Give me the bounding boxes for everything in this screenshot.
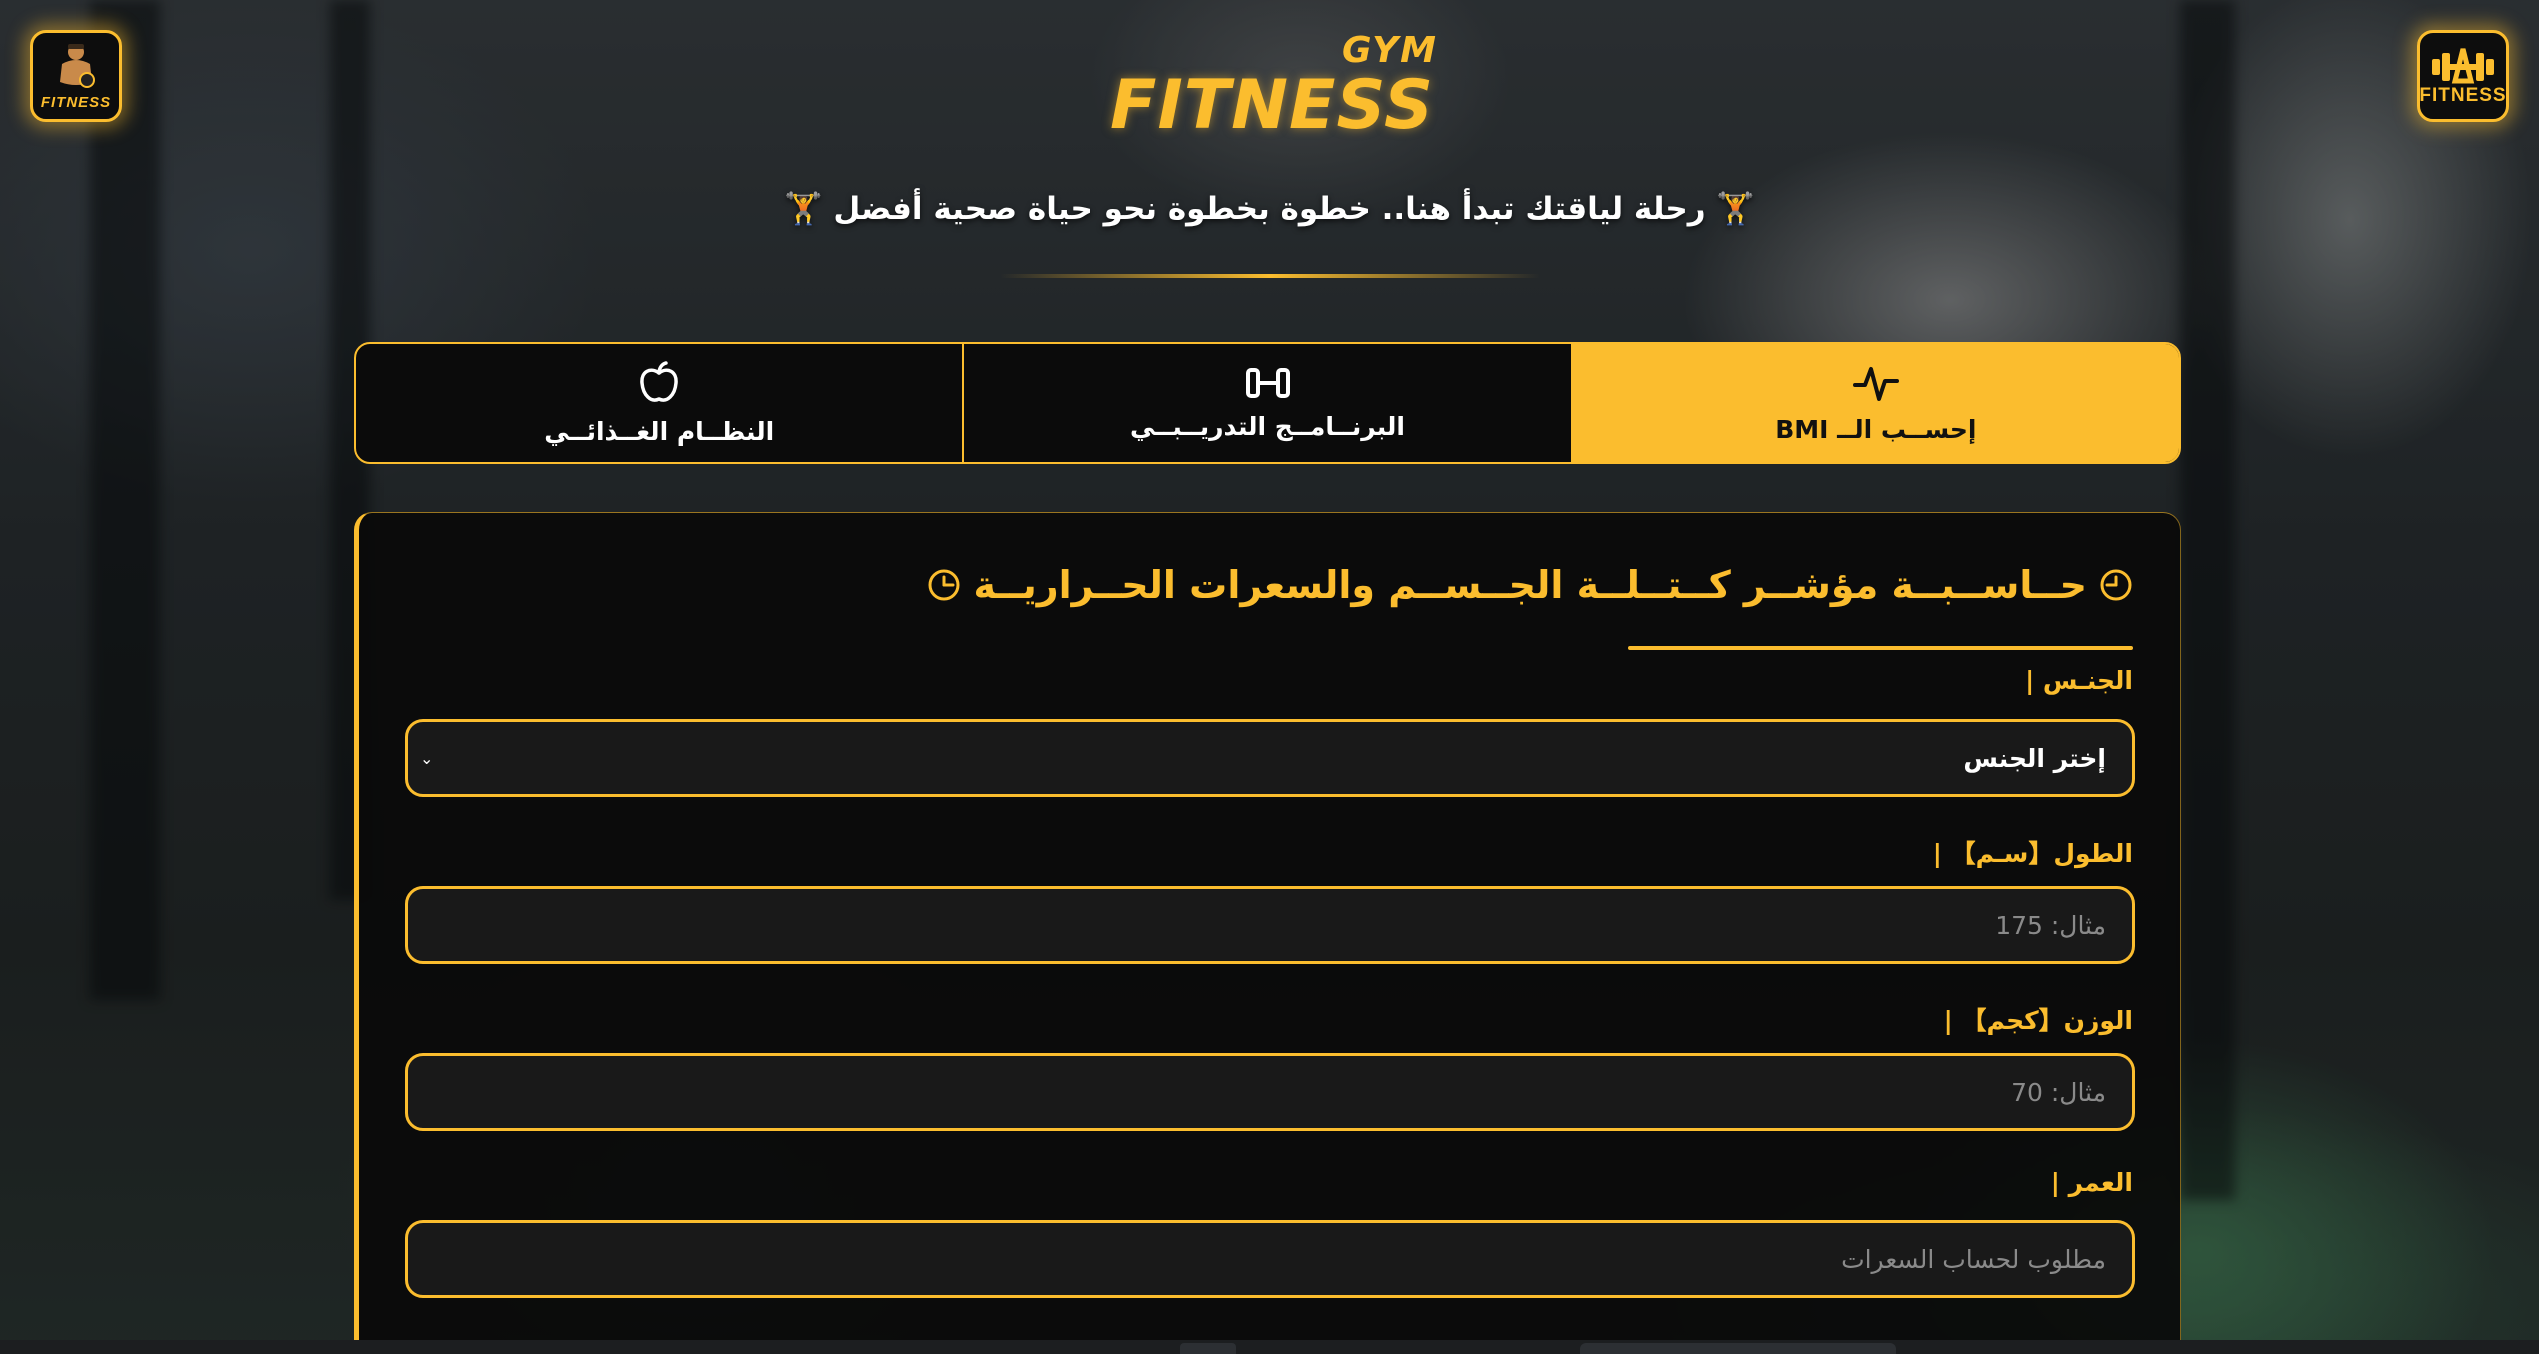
brand-sub: GYM bbox=[1342, 30, 1438, 71]
tab-nutrition[interactable]: النظــام الغــذائــي bbox=[356, 344, 962, 462]
gym-logo-left[interactable]: FITNESS bbox=[30, 30, 122, 122]
bottom-tab[interactable] bbox=[1180, 1343, 1236, 1354]
calculator-title: حــاســبــة مؤشــر كــتــلــة الجــســم … bbox=[927, 563, 2133, 607]
gender-label: الجنـس | bbox=[2025, 666, 2133, 695]
barbell-logo-icon bbox=[2432, 48, 2494, 84]
tab-nutrition-label: النظــام الغــذائــي bbox=[544, 416, 775, 446]
right-logo-text: FITNESS bbox=[2419, 85, 2507, 106]
tab-bmi-label: إحســب الــ BMI bbox=[1775, 414, 1977, 444]
brand-logo[interactable]: FITNESS GYM bbox=[1110, 30, 1440, 145]
bmi-calculator-card: حــاســبــة مؤشــر كــتــلــة الجــســم … bbox=[354, 512, 2181, 1354]
clock-icon bbox=[2100, 569, 2132, 601]
weight-label: الوزن【كجم】 | bbox=[1943, 1006, 2133, 1035]
tab-bmi[interactable]: إحســب الــ BMI bbox=[1570, 344, 2179, 462]
age-label: العمر | bbox=[2050, 1168, 2133, 1197]
bodybuilder-icon bbox=[60, 43, 95, 88]
main-tabs: إحســب الــ BMI البرنــامــج التدريــبــ… bbox=[354, 342, 2181, 464]
header-divider bbox=[1000, 274, 1540, 278]
dumbbell-icon bbox=[1245, 367, 1290, 398]
bottom-tab[interactable] bbox=[1580, 1343, 1896, 1354]
gym-logo-right[interactable]: FITNESS bbox=[2417, 30, 2509, 122]
weight-input[interactable] bbox=[405, 1053, 2135, 1131]
heartbeat-icon bbox=[1852, 366, 1899, 401]
bottom-bar bbox=[0, 1340, 2539, 1354]
height-input[interactable] bbox=[405, 886, 2135, 964]
clock-icon bbox=[928, 569, 960, 601]
age-input[interactable] bbox=[405, 1220, 2135, 1298]
brand-main: FITNESS bbox=[1110, 66, 1435, 145]
calculator-title-text: حــاســبــة مؤشــر كــتــلــة الجــســم … bbox=[973, 563, 2087, 607]
tab-training[interactable]: البرنــامــج التدريــبــي bbox=[962, 344, 1570, 462]
height-label: الطول【سـم】 | bbox=[1932, 839, 2133, 868]
gender-select[interactable]: إختر الجنس ⌄ bbox=[405, 719, 2135, 797]
chevron-down-icon: ⌄ bbox=[420, 748, 434, 768]
apple-icon bbox=[640, 360, 678, 402]
left-logo-text: FITNESS bbox=[40, 93, 112, 111]
title-underline bbox=[1628, 646, 2133, 650]
gender-select-value: إختر الجنس bbox=[1963, 743, 2106, 773]
tagline: 🏋 رحلة لياقتك تبدأ هنا.. خطوة بخطوة نحو … bbox=[784, 191, 1755, 227]
tab-training-label: البرنــامــج التدريــبــي bbox=[1130, 411, 1405, 441]
